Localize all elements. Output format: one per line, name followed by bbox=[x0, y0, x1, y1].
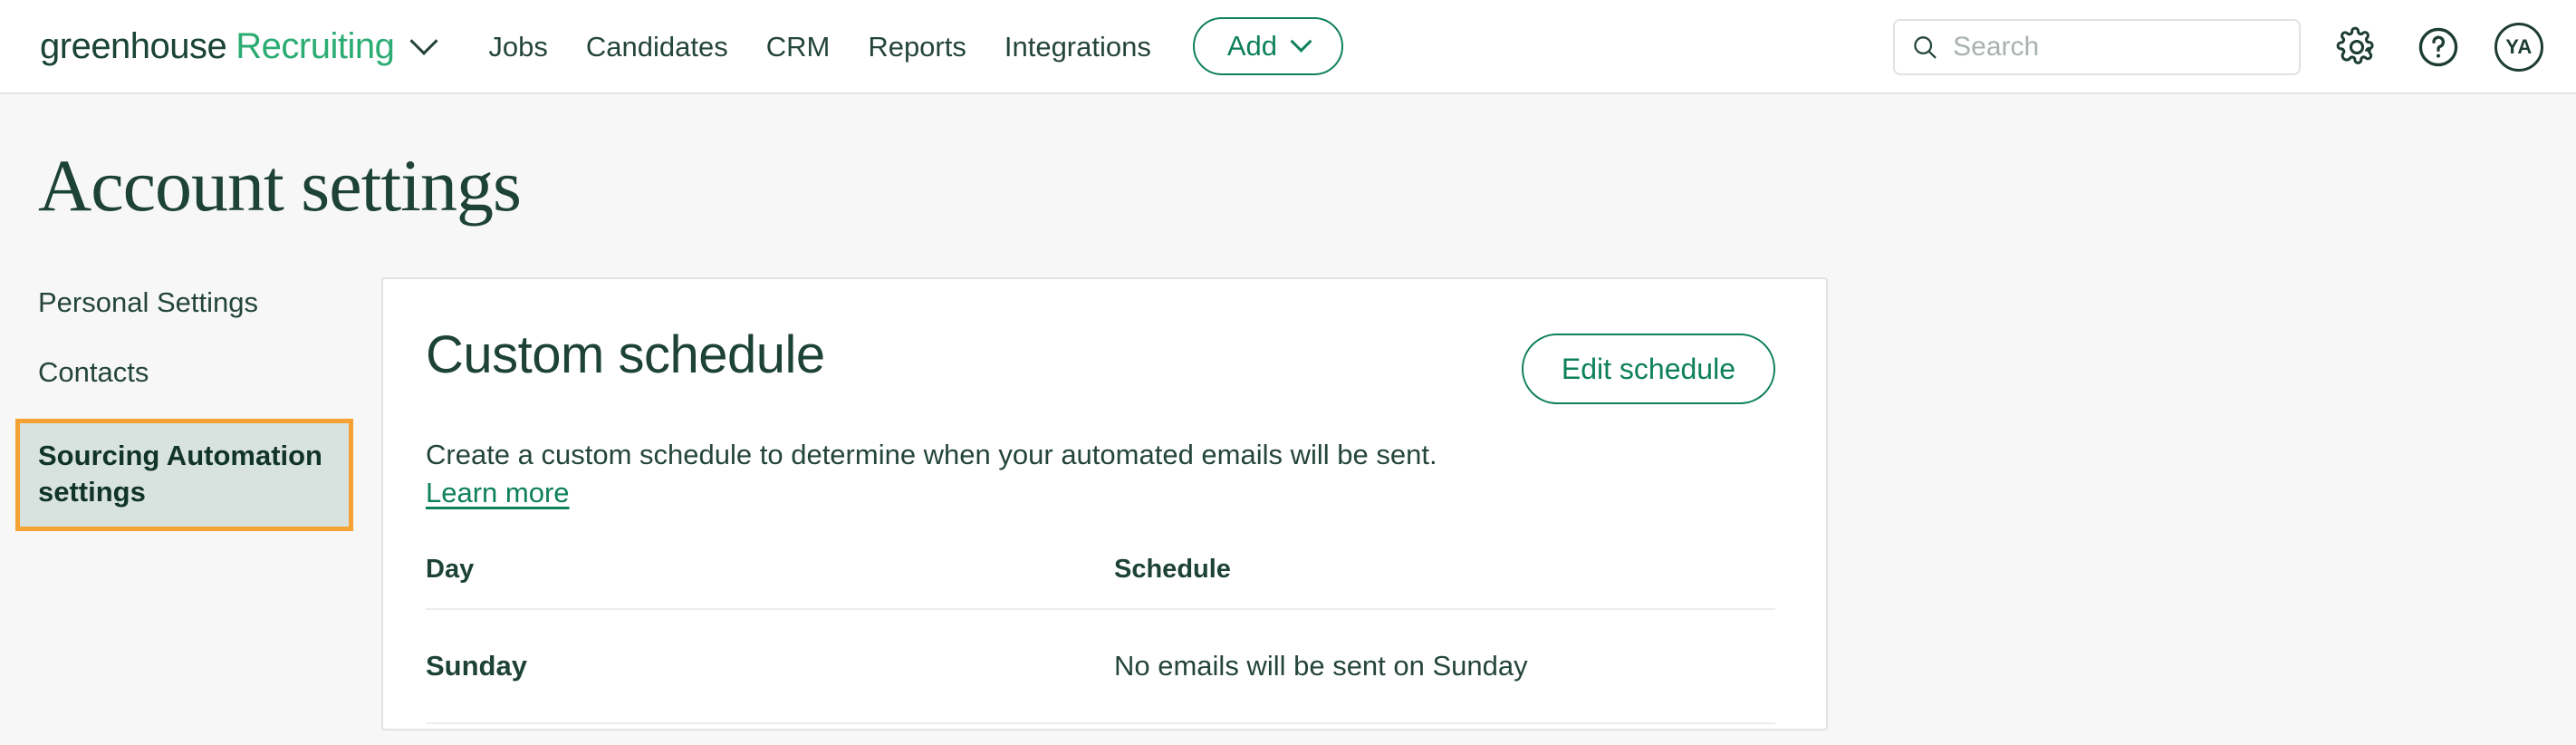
nav-item-reports[interactable]: Reports bbox=[868, 33, 966, 61]
top-navigation-bar: greenhouse Recruiting Jobs Candidates CRM… bbox=[0, 0, 2576, 94]
help-button[interactable] bbox=[2413, 22, 2464, 73]
schedule-table-body: Sunday No emails will be sent on Sunday bbox=[426, 609, 1775, 725]
add-button[interactable]: Add bbox=[1192, 17, 1344, 75]
card-header: Custom schedule Edit schedule bbox=[426, 325, 1775, 404]
brand-product: Recruiting bbox=[235, 26, 395, 66]
card-content: Custom schedule Edit schedule Create a c… bbox=[383, 279, 1826, 725]
edit-schedule-button[interactable]: Edit schedule bbox=[1521, 334, 1775, 404]
sidebar-item-contacts[interactable]: Contacts bbox=[38, 354, 381, 391]
page-title: Account settings bbox=[38, 144, 522, 227]
add-button-label: Add bbox=[1226, 30, 1278, 62]
brand-name: greenhouse bbox=[40, 26, 227, 66]
settings-sidebar: Personal Settings Contacts Sourcing Auto… bbox=[0, 279, 381, 730]
nav-item-integrations[interactable]: Integrations bbox=[1004, 33, 1151, 61]
search-input[interactable] bbox=[1953, 32, 2283, 63]
brand-logo-text: greenhouse Recruiting bbox=[40, 26, 395, 66]
column-header-schedule: Schedule bbox=[1114, 555, 1775, 611]
page-body: Personal Settings Contacts Sourcing Auto… bbox=[0, 223, 2576, 730]
table-row: Sunday No emails will be sent on Sunday bbox=[426, 609, 1775, 725]
custom-schedule-card: Custom schedule Edit schedule Create a c… bbox=[381, 277, 1828, 730]
nav-item-jobs[interactable]: Jobs bbox=[488, 33, 547, 61]
card-description: Create a custom schedule to determine wh… bbox=[426, 439, 1437, 470]
nav-item-candidates[interactable]: Candidates bbox=[586, 33, 728, 61]
settings-button[interactable] bbox=[2331, 22, 2382, 73]
search-box[interactable] bbox=[1893, 19, 2301, 75]
sidebar-item-personal-settings[interactable]: Personal Settings bbox=[38, 285, 381, 321]
brand-logo[interactable]: greenhouse Recruiting bbox=[40, 26, 438, 66]
sidebar-item-sourcing-automation-settings[interactable]: Sourcing Automation settings bbox=[15, 419, 353, 531]
avatar[interactable]: YA bbox=[2494, 23, 2543, 72]
chevron-down-icon bbox=[1290, 30, 1312, 53]
question-circle-icon bbox=[2418, 27, 2458, 67]
card-title: Custom schedule bbox=[426, 325, 825, 384]
table-header-row: Day Schedule bbox=[426, 555, 1775, 611]
schedule-table-head: Day Schedule bbox=[426, 555, 1775, 611]
gear-icon bbox=[2336, 26, 2374, 64]
search-icon bbox=[1914, 36, 1937, 59]
chevron-down-icon[interactable] bbox=[409, 26, 438, 55]
topbar-right-cluster: YA bbox=[1893, 0, 2543, 94]
cell-schedule: No emails will be sent on Sunday bbox=[1114, 609, 1775, 725]
learn-more-link[interactable]: Learn more bbox=[426, 477, 570, 509]
schedule-table: Day Schedule Sunday No emails will be se… bbox=[426, 555, 1775, 725]
column-header-day: Day bbox=[426, 555, 1114, 611]
nav-item-crm[interactable]: CRM bbox=[766, 33, 831, 61]
cell-day: Sunday bbox=[426, 609, 1114, 725]
primary-nav: Jobs Candidates CRM Reports Integrations bbox=[488, 33, 1150, 61]
avatar-initials: YA bbox=[2505, 35, 2533, 58]
